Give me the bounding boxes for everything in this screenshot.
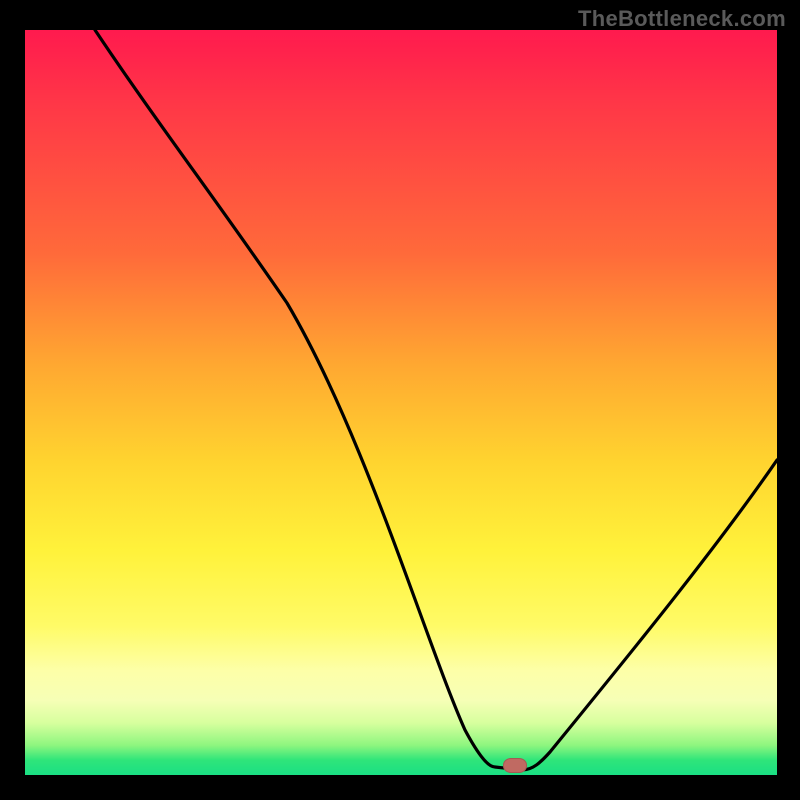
chart-container: TheBottleneck.com <box>0 0 800 800</box>
plot-area <box>25 30 777 775</box>
watermark-text: TheBottleneck.com <box>578 6 786 32</box>
optimum-marker <box>503 758 527 773</box>
bottleneck-curve <box>25 30 777 775</box>
